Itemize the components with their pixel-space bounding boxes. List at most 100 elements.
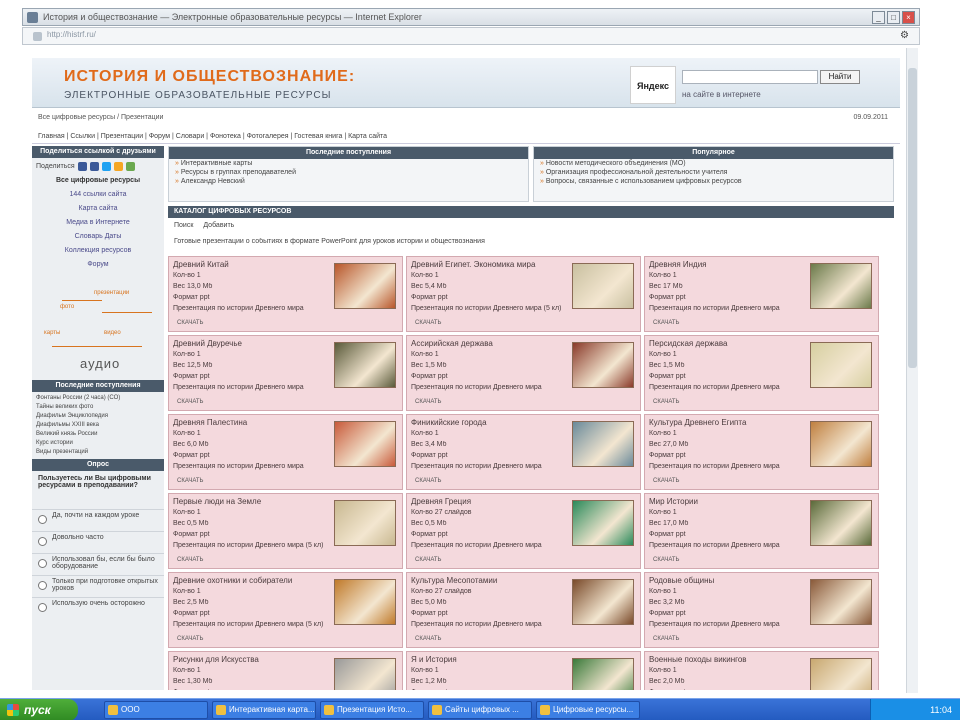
search-button[interactable]: Найти — [820, 70, 860, 84]
download-link[interactable]: СКАЧАТЬ — [177, 320, 204, 326]
card-thumbnail[interactable] — [572, 263, 634, 309]
download-link[interactable]: СКАЧАТЬ — [653, 478, 680, 484]
card-thumbnail[interactable] — [334, 421, 396, 467]
start-button[interactable]: пуск — [0, 699, 78, 720]
recent-item[interactable]: Диафильм Энциклопедия — [36, 412, 160, 421]
maximize-button[interactable]: □ — [887, 11, 900, 24]
download-link[interactable]: СКАЧАТЬ — [653, 399, 680, 405]
card-title[interactable]: Ассирийская держава — [411, 339, 561, 348]
download-link[interactable]: СКАЧАТЬ — [177, 557, 204, 563]
resource-card[interactable]: Древний Китай Кол-во 1 Вес 13,0 Мб Формат p… — [168, 256, 403, 332]
card-thumbnail[interactable] — [572, 500, 634, 546]
media-link[interactable]: фото — [60, 304, 74, 310]
taskbar-item[interactable]: Сайты цифровых ... — [428, 701, 532, 719]
card-title[interactable]: Мир Истории — [649, 497, 799, 506]
odnoklassniki-icon[interactable] — [113, 161, 123, 171]
close-button[interactable]: × — [902, 11, 915, 24]
taskbar-item[interactable]: ООО — [104, 701, 208, 719]
download-link[interactable]: СКАЧАТЬ — [415, 478, 442, 484]
card-thumbnail[interactable] — [572, 658, 634, 690]
sidebar-link[interactable]: Словарь Даты — [32, 230, 164, 244]
resource-card[interactable]: Культура Месопотамии Кол-во 27 слайдов Вес… — [406, 572, 641, 648]
popular-item[interactable]: Новости методического объединения (МО) — [534, 159, 893, 168]
card-thumbnail[interactable] — [810, 342, 872, 388]
card-thumbnail[interactable] — [572, 579, 634, 625]
card-title[interactable]: Рисунки для Искусства — [173, 655, 323, 664]
resource-card[interactable]: Древняя Палестина Кол-во 1 Вес 6,0 Мб Форма… — [168, 414, 403, 490]
card-thumbnail[interactable] — [334, 500, 396, 546]
resource-card[interactable]: Я и ИсторияКол-во 1Вес 1,2 МбФормат pptП… — [406, 651, 641, 690]
poll-option[interactable]: Использую очень осторожно — [32, 597, 164, 619]
download-link[interactable]: СКАЧАТЬ — [415, 557, 442, 563]
poll-option[interactable]: Да, почти на каждом уроке — [32, 509, 164, 531]
download-link[interactable]: СКАЧАТЬ — [177, 399, 204, 405]
popular-item[interactable]: Организация профессиональной деятельност… — [534, 168, 893, 177]
card-thumbnail[interactable] — [334, 579, 396, 625]
download-link[interactable]: СКАЧАТЬ — [177, 478, 204, 484]
card-thumbnail[interactable] — [334, 342, 396, 388]
download-link[interactable]: СКАЧАТЬ — [177, 636, 204, 642]
resource-card[interactable]: Первые люди на Земле Кол-во 1 Вес 0,5 Мб Фо… — [168, 493, 403, 569]
sidebar-link[interactable]: Коллекция ресурсов — [32, 244, 164, 258]
twitter-icon[interactable] — [101, 161, 111, 171]
media-link[interactable]: карты — [44, 330, 60, 336]
card-title[interactable]: Древний Египет. Экономика мира — [411, 260, 561, 269]
search-scope-options[interactable]: на сайте в интернете — [682, 90, 761, 99]
card-thumbnail[interactable] — [810, 500, 872, 546]
card-title[interactable]: Я и История — [411, 655, 561, 664]
card-title[interactable]: Древние охотники и собиратели — [173, 576, 323, 585]
card-title[interactable]: Древняя Палестина — [173, 418, 323, 427]
card-title[interactable]: Культура Древнего Египта — [649, 418, 799, 427]
sidebar-link[interactable]: 144 ссылки сайта — [32, 188, 164, 202]
scrollbar-thumb[interactable] — [908, 68, 917, 368]
download-link[interactable]: СКАЧАТЬ — [653, 320, 680, 326]
card-thumbnail[interactable] — [572, 421, 634, 467]
resource-card[interactable]: Древняя Греция Кол-во 27 слайдов Вес 0,5 М… — [406, 493, 641, 569]
latest-item[interactable]: Интерактивные карты — [169, 159, 528, 168]
sidebar-link[interactable]: Карта сайта — [32, 202, 164, 216]
card-title[interactable]: Древний Китай — [173, 260, 323, 269]
card-thumbnail[interactable] — [810, 579, 872, 625]
address-input[interactable]: http://histrf.ru/ — [31, 30, 631, 43]
latest-item[interactable]: Александр Невский — [169, 177, 528, 186]
tab-search[interactable]: Поиск — [174, 222, 193, 229]
download-link[interactable]: СКАЧАТЬ — [415, 636, 442, 642]
card-thumbnail[interactable] — [334, 658, 396, 690]
card-title[interactable]: Военные походы викингов — [649, 655, 799, 664]
download-link[interactable]: СКАЧАТЬ — [415, 399, 442, 405]
recent-item[interactable]: Великий князь России — [36, 430, 160, 439]
card-title[interactable]: Первые люди на Земле — [173, 497, 323, 506]
resource-card[interactable]: Военные походы викингов Кол-во 1 Вес 2,0 М… — [644, 651, 879, 690]
popular-item[interactable]: Вопросы, связанные с использованием цифр… — [534, 177, 893, 186]
page-scrollbar[interactable] — [906, 48, 918, 693]
poll-option[interactable]: Довольно часто — [32, 531, 164, 553]
poll-option[interactable]: Только при подготовке открытых уроков — [32, 575, 164, 597]
resource-card[interactable]: Древние охотники и собиратели Кол-во 1 Вес… — [168, 572, 403, 648]
card-thumbnail[interactable] — [334, 263, 396, 309]
latest-item[interactable]: Ресурсы в группах преподавателей — [169, 168, 528, 177]
resource-card[interactable]: Мир Истории Кол-во 1 Вес 17,0 Мб Формат ppt… — [644, 493, 879, 569]
card-title[interactable]: Древняя Греция — [411, 497, 561, 506]
card-title[interactable]: Родовые общины — [649, 576, 799, 585]
minimize-button[interactable]: _ — [872, 11, 885, 24]
media-link[interactable]: презентации — [94, 290, 129, 296]
sidebar-link[interactable]: Все цифровые ресурсы — [32, 174, 164, 188]
resource-card[interactable]: Рисунки для Искусства Кол-во 1 Вес 1,30 Мб… — [168, 651, 403, 690]
download-link[interactable]: СКАЧАТЬ — [415, 320, 442, 326]
resource-card[interactable]: Финикийские города Кол-во 1 Вес 3,4 Мб Форм… — [406, 414, 641, 490]
card-thumbnail[interactable] — [572, 342, 634, 388]
card-thumbnail[interactable] — [810, 263, 872, 309]
sidebar-link[interactable]: Форум — [32, 258, 164, 272]
media-link[interactable]: видео — [104, 330, 121, 336]
card-thumbnail[interactable] — [810, 421, 872, 467]
download-link[interactable]: СКАЧАТЬ — [653, 557, 680, 563]
card-title[interactable]: Финикийские города — [411, 418, 561, 427]
recent-item[interactable]: Фонтаны России (2 часа) (СО) — [36, 394, 160, 403]
card-title[interactable]: Персидская держава — [649, 339, 799, 348]
taskbar-item[interactable]: Презентация Исто... — [320, 701, 424, 719]
resource-card[interactable]: Древняя Индия Кол-во 1 Вес 17 Мб Формат ppt… — [644, 256, 879, 332]
sidebar-link[interactable]: Медиа в Интернете — [32, 216, 164, 230]
resource-card[interactable]: Древний Египет. Экономика мира Кол-во 1 Ве… — [406, 256, 641, 332]
vk-icon[interactable] — [77, 161, 87, 171]
media-link-audio[interactable]: аудио — [80, 356, 120, 371]
